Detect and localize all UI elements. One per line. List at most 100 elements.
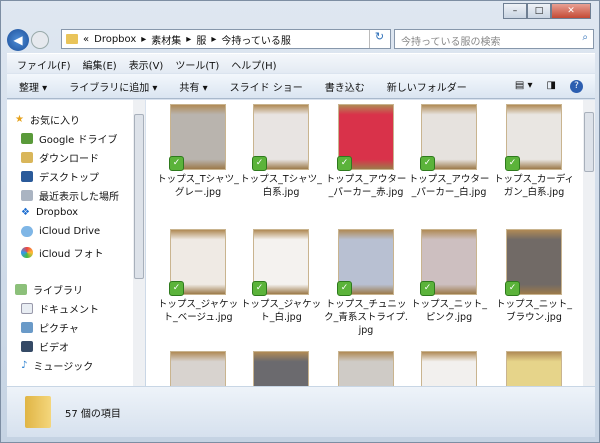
sidebar-item-google-drive[interactable]: Google ドライブ xyxy=(21,131,117,146)
close-button[interactable]: ✕ xyxy=(551,3,591,19)
image-thumbnail: ✓ xyxy=(169,229,226,296)
menu-view[interactable]: 表示(V) xyxy=(129,57,164,72)
address-bar[interactable]: « Dropbox ▸ 素材集 ▸ 服 ▸ 今持っている服 xyxy=(61,29,391,49)
sidebar-label: iCloud Drive xyxy=(39,226,101,237)
icloud-icon xyxy=(21,226,33,237)
file-tile[interactable]: ✓ トップス_アウター_パーカー_白.jpg xyxy=(407,104,491,199)
sidebar-label: iCloud フォト xyxy=(39,249,104,260)
sidebar-item-desktop[interactable]: デスクトップ xyxy=(21,169,99,184)
sidebar-label: お気に入り xyxy=(29,116,80,127)
file-tile[interactable] xyxy=(324,351,408,386)
picture-icon xyxy=(21,322,33,333)
menu-edit[interactable]: 編集(E) xyxy=(83,57,117,72)
organize-button[interactable]: 整理 ▾ xyxy=(19,79,47,94)
breadcrumb-sozai[interactable]: 素材集 xyxy=(151,32,181,47)
back-button[interactable]: ◀ xyxy=(7,29,29,51)
menu-help[interactable]: ヘルプ(H) xyxy=(231,57,276,72)
file-name: トップス_ジャケット_ベージュ.jpg xyxy=(157,299,239,323)
menu-tools[interactable]: ツール(T) xyxy=(175,57,219,72)
navigation-pane: ★ お気に入り Google ドライブ ダウンロード デスクトップ 最近表示した場… xyxy=(7,100,145,386)
sync-check-icon: ✓ xyxy=(420,281,435,296)
sidebar-item-documents[interactable]: ドキュメント xyxy=(21,301,99,316)
file-tile[interactable]: ✓ トップス_Tシャツ_グレー.jpg xyxy=(156,104,240,199)
breadcrumb-fuku[interactable]: 服 xyxy=(196,32,206,47)
view-options-icon[interactable]: ▤ ▾ xyxy=(515,80,533,93)
file-tile[interactable] xyxy=(492,351,576,386)
search-input[interactable]: 今持っている服の検索 ⌕ xyxy=(394,29,594,49)
star-icon: ★ xyxy=(15,114,24,125)
image-thumbnail: ✓ xyxy=(420,104,477,171)
add-to-library-button[interactable]: ライブラリに追加 ▾ xyxy=(69,79,157,94)
file-tile[interactable]: ✓ トップス_チュニック_青系ストライプ.jpg xyxy=(324,229,408,337)
sync-check-icon: ✓ xyxy=(169,156,184,171)
image-thumbnail: ✓ xyxy=(505,229,562,296)
minimize-button[interactable]: – xyxy=(503,3,527,19)
sync-check-icon: ✓ xyxy=(337,156,352,171)
file-tile[interactable] xyxy=(239,351,323,386)
content-scrollbar[interactable] xyxy=(583,100,595,386)
sidebar-item-recent[interactable]: 最近表示した場所 xyxy=(21,188,119,203)
download-icon xyxy=(21,152,33,163)
file-tile[interactable]: ✓ トップス_ニット_ブラウン.jpg xyxy=(492,229,576,324)
image-thumbnail: ✓ xyxy=(337,104,394,171)
folder-icon xyxy=(66,34,78,44)
file-tile[interactable]: ✓ トップス_ジャケット_ベージュ.jpg xyxy=(156,229,240,324)
document-icon xyxy=(21,303,33,314)
sync-check-icon: ✓ xyxy=(505,281,520,296)
file-tile[interactable] xyxy=(407,351,491,386)
details-pane: 57 個の項目 xyxy=(7,387,595,437)
menu-file[interactable]: ファイル(F) xyxy=(17,57,71,72)
sidebar-item-dropbox[interactable]: ❖ Dropbox xyxy=(21,207,78,218)
sync-check-icon: ✓ xyxy=(337,281,352,296)
image-thumbnail xyxy=(170,351,226,386)
image-thumbnail xyxy=(338,351,394,386)
sidebar-favorites[interactable]: ★ お気に入り xyxy=(15,112,80,127)
share-button[interactable]: 共有 ▾ xyxy=(179,79,207,94)
burn-button[interactable]: 書き込む xyxy=(325,79,365,94)
image-thumbnail xyxy=(421,351,477,386)
breadcrumb-sep[interactable]: ▸ xyxy=(186,34,191,45)
photos-icon xyxy=(21,247,33,258)
breadcrumb-dropbox[interactable]: Dropbox xyxy=(94,34,136,45)
video-icon xyxy=(21,341,33,352)
desktop-icon xyxy=(21,171,33,182)
file-list: ✓ トップス_Tシャツ_グレー.jpg ✓ トップス_Tシャツ_白系.jpg ✓ トップス… xyxy=(146,100,583,386)
preview-pane-icon[interactable]: ◨ xyxy=(547,80,556,93)
slideshow-button[interactable]: スライド ショー xyxy=(230,79,303,94)
help-icon[interactable]: ? xyxy=(570,79,583,93)
sidebar-label: 最近表示した場所 xyxy=(39,192,119,203)
file-tile[interactable]: ✓ トップス_Tシャツ_白系.jpg xyxy=(239,104,323,199)
scroll-thumb[interactable] xyxy=(134,114,144,279)
refresh-icon[interactable]: ↻ xyxy=(369,30,389,48)
breadcrumb-sep[interactable]: ▸ xyxy=(211,34,216,45)
sidebar-item-pictures[interactable]: ピクチャ xyxy=(21,320,79,335)
sidebar-item-music[interactable]: ♪ ミュージック xyxy=(21,358,93,373)
file-tile[interactable]: ✓ トップス_カーディガン_白系.jpg xyxy=(492,104,576,199)
sidebar-scrollbar[interactable] xyxy=(133,100,145,386)
file-tile[interactable]: ✓ トップス_ニット_ピンク.jpg xyxy=(407,229,491,324)
file-tile[interactable] xyxy=(156,351,240,386)
file-tile[interactable]: ✓ トップス_アウター_パーカー_赤.jpg xyxy=(324,104,408,199)
search-icon[interactable]: ⌕ xyxy=(582,32,588,43)
file-name: トップス_カーディガン_白系.jpg xyxy=(493,174,575,198)
new-folder-button[interactable]: 新しいフォルダー xyxy=(387,79,467,94)
dropbox-icon: ❖ xyxy=(21,207,30,218)
image-thumbnail: ✓ xyxy=(252,229,309,296)
sidebar-item-icloud-drive[interactable]: iCloud Drive xyxy=(21,226,100,237)
sidebar-item-downloads[interactable]: ダウンロード xyxy=(21,150,99,165)
sidebar-item-icloud-photos[interactable]: iCloud フォト xyxy=(21,245,104,260)
navigation-buttons: ◀ xyxy=(7,29,49,51)
breadcrumb-current[interactable]: 今持っている服 xyxy=(221,32,291,47)
forward-button[interactable] xyxy=(31,31,49,49)
sidebar-item-videos[interactable]: ビデオ xyxy=(21,339,69,354)
file-tile[interactable]: ✓ トップス_ジャケット_白.jpg xyxy=(239,229,323,324)
command-bar: 整理 ▾ ライブラリに追加 ▾ 共有 ▾ スライド ショー 書き込む 新しいフォ… xyxy=(7,74,595,99)
file-name: トップス_アウター_パーカー_白.jpg xyxy=(408,174,490,198)
file-name: トップス_アウター_パーカー_赤.jpg xyxy=(325,174,407,198)
maximize-button[interactable]: □ xyxy=(527,3,551,19)
sidebar-libraries[interactable]: ライブラリ xyxy=(15,282,83,297)
folder-icon xyxy=(25,396,51,428)
breadcrumb-sep[interactable]: ▸ xyxy=(141,34,146,45)
scroll-thumb[interactable] xyxy=(584,112,594,172)
file-name: トップス_ニット_ピンク.jpg xyxy=(410,299,487,323)
